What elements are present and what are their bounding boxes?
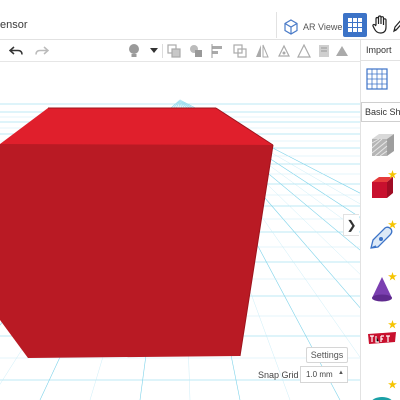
import-button[interactable]: Import — [366, 45, 392, 55]
panel-collapse-toggle[interactable]: ❯ — [343, 214, 359, 236]
top-bar-actions: AR Viewer — [276, 12, 400, 38]
star-icon — [388, 380, 397, 389]
box-front-face — [0, 144, 273, 358]
panel-divider — [361, 60, 400, 61]
workplane-tool-icon[interactable] — [366, 68, 388, 90]
shape-text[interactable] — [365, 320, 399, 354]
redo-icon[interactable] — [34, 43, 50, 59]
ruler-icon[interactable] — [296, 43, 312, 59]
star-icon — [388, 272, 397, 281]
star-icon — [388, 220, 397, 229]
pencil-icon[interactable] — [392, 15, 400, 35]
shapes-category-dropdown[interactable]: Basic Shap — [361, 102, 400, 122]
shape-next[interactable] — [365, 380, 399, 400]
ar-cube-icon — [284, 19, 298, 35]
red-box-shape[interactable] — [0, 107, 274, 358]
cruise-icon[interactable] — [276, 43, 292, 59]
shapes-panel: Import Basic Shap — [360, 40, 400, 400]
design-title[interactable]: ensor — [0, 19, 28, 31]
box-hole-icon — [371, 134, 394, 157]
triangle-icon[interactable] — [334, 43, 350, 59]
notes-icon[interactable] — [316, 43, 332, 59]
star-icon — [388, 170, 397, 179]
chevron-down-icon[interactable] — [146, 43, 162, 59]
snap-grid-value: 1.0 mm — [306, 370, 333, 379]
3d-design-view-button[interactable] — [343, 13, 367, 37]
star-icon — [388, 320, 397, 329]
shape-scribble[interactable] — [365, 220, 399, 254]
chevron-down-icon: ▲ — [338, 370, 344, 376]
grid-icon — [348, 18, 362, 32]
settings-label: Settings — [310, 350, 344, 360]
top-bar: ensor AR Viewer — [0, 0, 400, 40]
align-icon[interactable] — [210, 43, 226, 59]
settings-button[interactable]: Settings — [306, 347, 348, 363]
shape-box-hole[interactable] — [365, 128, 399, 162]
ar-viewer-button[interactable]: AR Viewer — [283, 16, 345, 38]
snap-grid-label: Snap Grid — [258, 370, 299, 380]
shape-box[interactable] — [365, 170, 399, 204]
ar-viewer-label: AR Viewer — [303, 22, 346, 32]
shapes-category-label: Basic Shap — [365, 107, 400, 117]
sim-lab-hand-icon[interactable] — [371, 15, 389, 35]
edit-toolbar — [0, 40, 360, 62]
light-bulb-icon[interactable] — [126, 43, 142, 59]
ungroup-icon[interactable] — [188, 43, 204, 59]
mirror-icon[interactable] — [254, 43, 270, 59]
snap-grid-select[interactable]: 1.0 mm ▲ — [300, 366, 348, 383]
undo-icon[interactable] — [8, 43, 24, 59]
chevron-right-icon: ❯ — [346, 218, 357, 232]
duplicate-icon[interactable] — [232, 43, 248, 59]
toolbar-divider — [162, 44, 163, 58]
group-icon[interactable] — [166, 43, 182, 59]
shape-cone[interactable] — [365, 272, 399, 306]
